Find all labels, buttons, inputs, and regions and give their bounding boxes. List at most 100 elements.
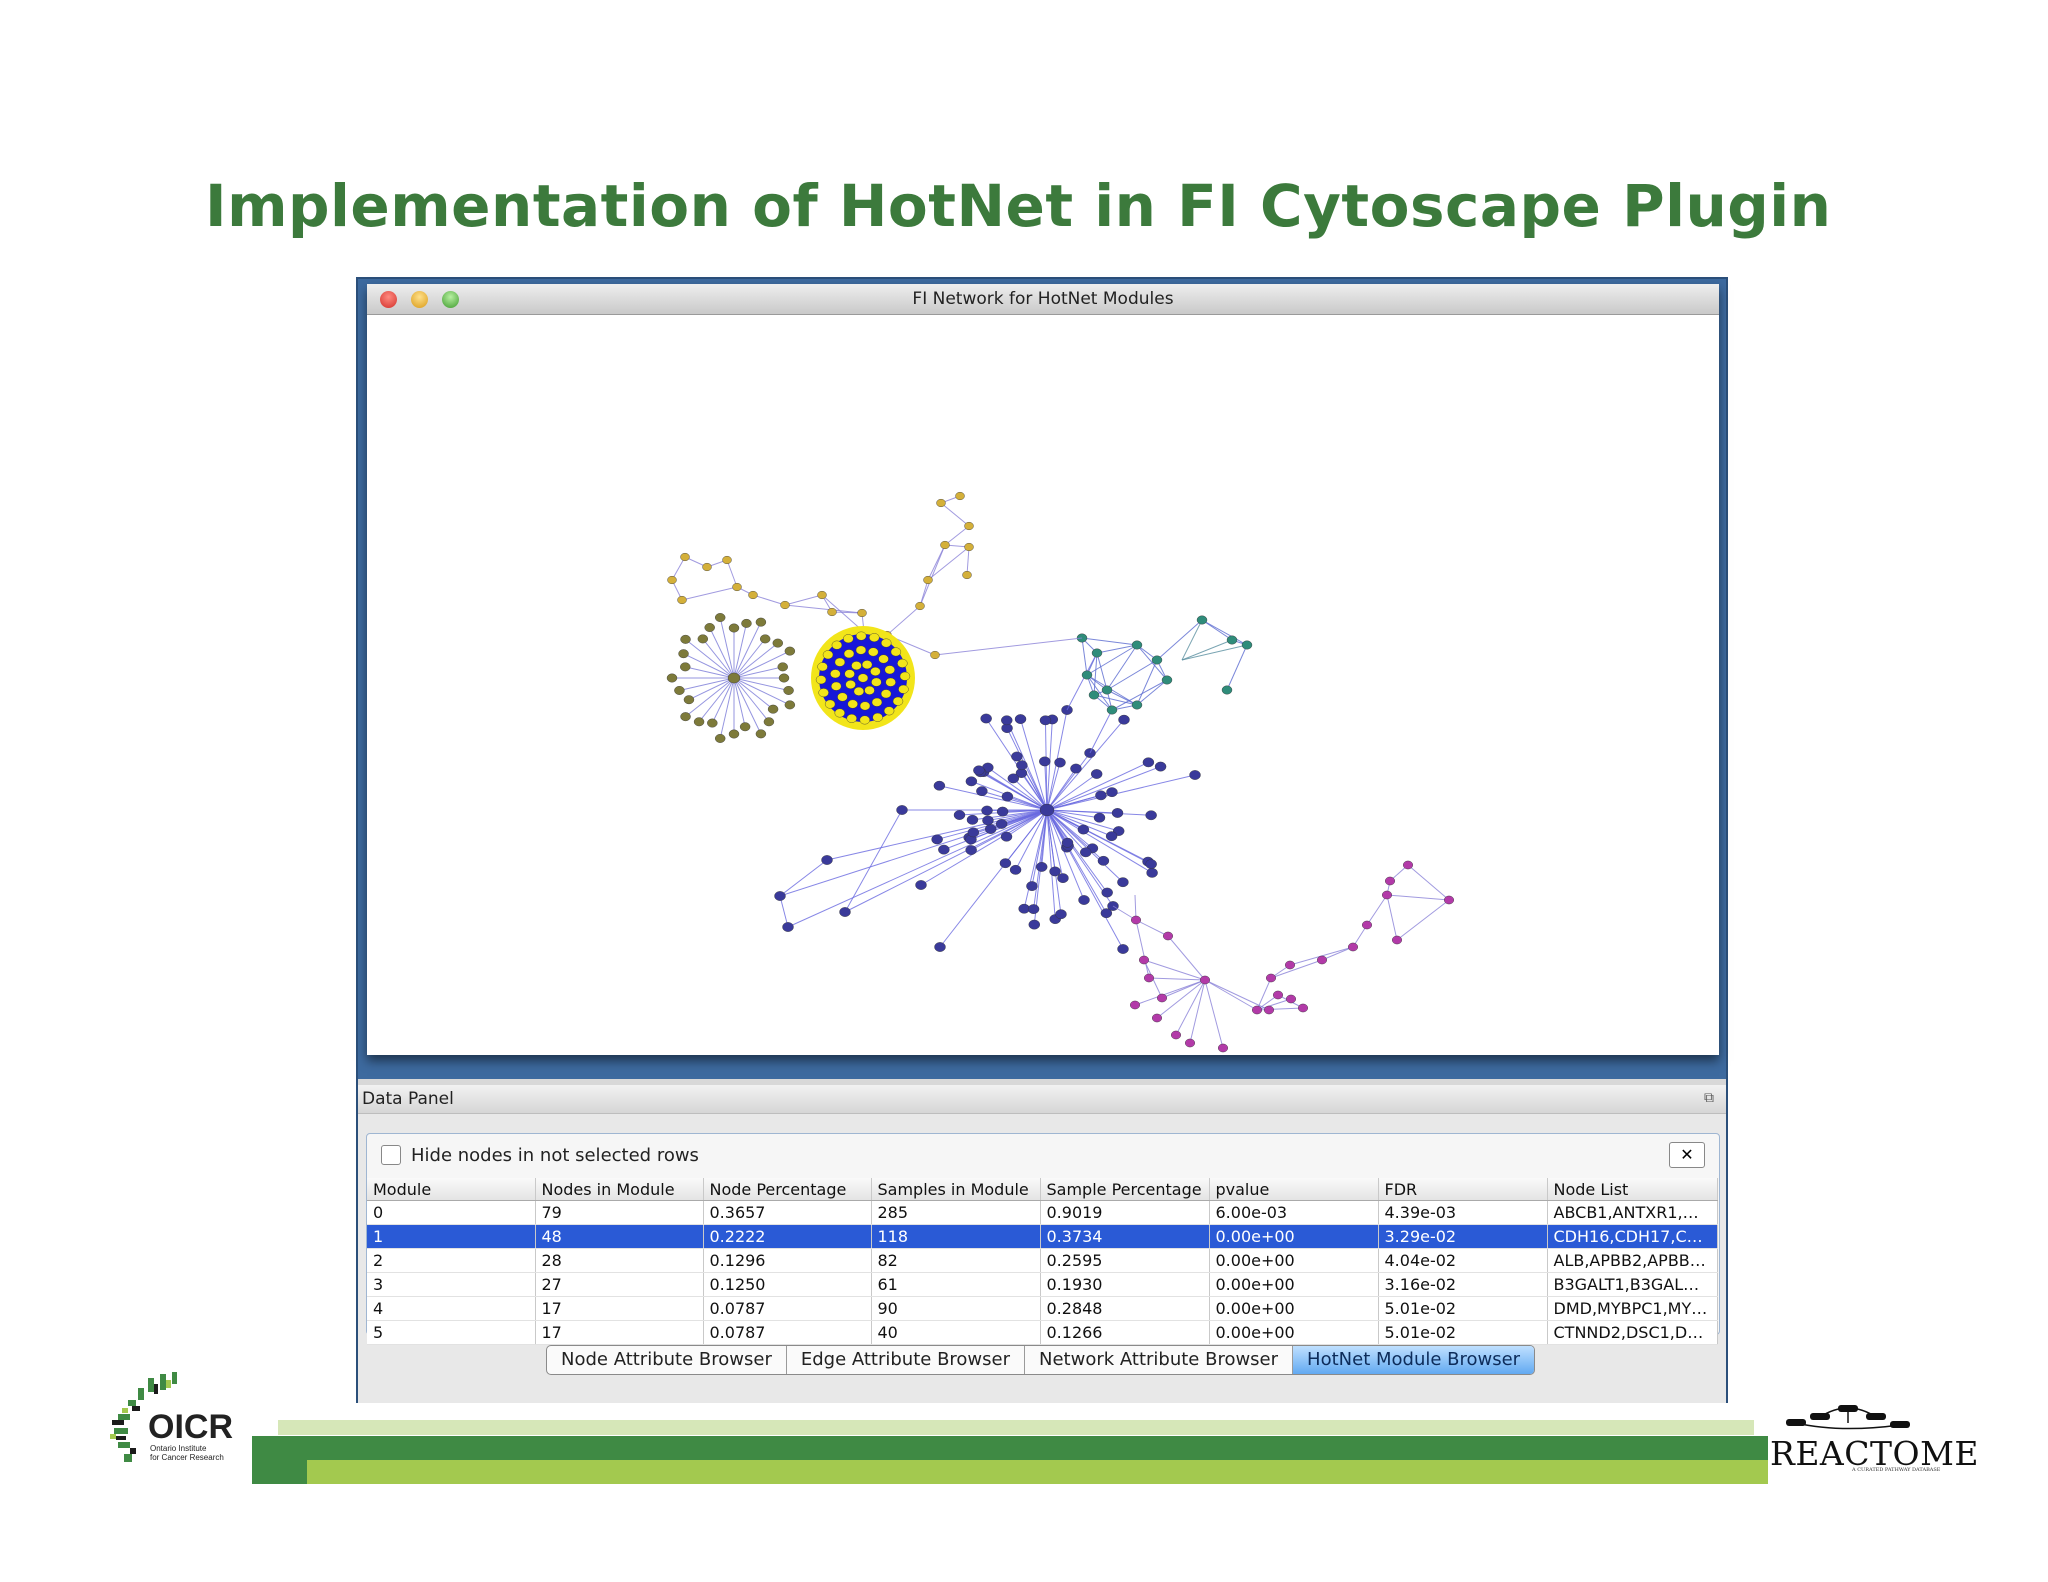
network-node[interactable] <box>846 714 857 723</box>
network-node[interactable] <box>883 706 895 716</box>
network-node[interactable] <box>962 570 972 580</box>
column-header[interactable]: Module <box>367 1178 536 1201</box>
network-node[interactable] <box>1080 847 1092 858</box>
network-node[interactable] <box>780 600 790 610</box>
column-header[interactable]: pvalue <box>1209 1178 1379 1201</box>
network-node[interactable] <box>677 595 687 605</box>
network-node[interactable] <box>680 712 691 722</box>
network-node[interactable] <box>899 671 911 681</box>
network-node[interactable] <box>890 647 902 657</box>
network-node[interactable] <box>915 880 927 890</box>
column-header[interactable]: Node Percentage <box>703 1178 872 1201</box>
table-cell[interactable]: 0.3657 <box>703 1200 872 1225</box>
hide-nodes-checkbox[interactable] <box>381 1145 401 1165</box>
network-node[interactable] <box>872 712 883 722</box>
network-node[interactable] <box>856 631 867 641</box>
network-node[interactable] <box>898 684 909 694</box>
network-node[interactable] <box>777 662 788 672</box>
network-node[interactable] <box>1131 915 1142 925</box>
network-node[interactable] <box>1196 615 1208 625</box>
network-node[interactable] <box>1266 973 1277 983</box>
table-cell[interactable]: 0.00e+00 <box>1209 1272 1379 1297</box>
table-row[interactable]: 1 48 0.2222 118 0.3734 0.00e+00 3.29e-02 CDH16,… <box>367 1224 1718 1249</box>
network-node[interactable] <box>1090 769 1103 779</box>
network-node[interactable] <box>847 699 858 709</box>
column-header[interactable]: Nodes in Module <box>535 1178 704 1201</box>
network-node[interactable] <box>859 701 871 711</box>
network-node[interactable] <box>844 669 855 679</box>
network-node[interactable] <box>722 555 732 565</box>
network-node[interactable] <box>1157 993 1168 1003</box>
network-node[interactable] <box>1007 773 1020 784</box>
column-header[interactable]: Samples in Module <box>871 1178 1041 1201</box>
network-node[interactable] <box>674 686 685 695</box>
network-node[interactable] <box>1105 831 1118 842</box>
network-node[interactable] <box>857 673 869 683</box>
network-node[interactable] <box>1026 881 1038 891</box>
network-node[interactable] <box>772 638 783 648</box>
table-cell[interactable]: 0.00e+00 <box>1209 1296 1379 1321</box>
network-node[interactable] <box>1221 685 1233 695</box>
network-node[interactable] <box>999 858 1012 869</box>
network-node[interactable] <box>861 660 873 670</box>
network-node[interactable] <box>980 713 992 724</box>
table-cell[interactable]: 48 <box>535 1224 704 1249</box>
network-node[interactable] <box>1145 859 1157 869</box>
network-node[interactable] <box>870 667 881 676</box>
network-node[interactable] <box>892 696 904 706</box>
table-cell[interactable]: 0.1250 <box>703 1272 872 1297</box>
table-cell[interactable]: 0.00e+00 <box>1209 1320 1379 1345</box>
network-node[interactable] <box>1028 919 1040 930</box>
network-node[interactable] <box>697 634 709 644</box>
table-cell[interactable]: 0.2595 <box>1040 1248 1210 1273</box>
network-node[interactable] <box>704 623 715 632</box>
table-cell[interactable]: 0.0787 <box>703 1296 872 1321</box>
network-node[interactable] <box>966 814 979 825</box>
network-node[interactable] <box>1273 990 1284 1000</box>
network-node[interactable] <box>1095 790 1107 801</box>
close-button[interactable]: ✕ <box>1669 1142 1705 1168</box>
table-row[interactable]: 4 17 0.0787 90 0.2848 0.00e+00 5.01e-02 DMD,MYB… <box>367 1296 1718 1321</box>
network-node[interactable] <box>755 729 767 739</box>
network-node[interactable] <box>667 575 677 585</box>
network-node[interactable] <box>1189 770 1201 780</box>
table-cell[interactable]: 285 <box>871 1200 1041 1225</box>
network-node[interactable] <box>1443 895 1454 905</box>
tab-node-attribute-browser[interactable]: Node Attribute Browser <box>547 1346 787 1374</box>
table-row[interactable]: 5 17 0.0787 40 0.1266 0.00e+00 5.01e-02 CTNND2,… <box>367 1320 1718 1345</box>
network-node[interactable] <box>1348 942 1359 952</box>
table-cell[interactable]: DMD,MYBPC1,MY… <box>1547 1296 1718 1321</box>
network-node[interactable] <box>871 677 882 687</box>
network-node[interactable] <box>1171 1030 1182 1040</box>
table-cell[interactable]: CTNND2,DSC1,D… <box>1547 1320 1718 1345</box>
network-node[interactable] <box>1226 635 1238 645</box>
network-node[interactable] <box>815 675 827 685</box>
network-node[interactable] <box>837 692 848 702</box>
network-node[interactable] <box>936 498 946 508</box>
network-node[interactable] <box>967 827 980 838</box>
network-node[interactable] <box>868 647 879 657</box>
network-node[interactable] <box>1081 670 1093 680</box>
network-node[interactable] <box>897 658 908 668</box>
network-node[interactable] <box>1391 935 1402 945</box>
network-node[interactable] <box>1016 760 1028 771</box>
network-node[interactable] <box>857 608 867 618</box>
network-node[interactable] <box>830 669 841 679</box>
network-node[interactable] <box>1131 640 1143 650</box>
network-node[interactable] <box>981 805 993 816</box>
table-cell[interactable]: 0.00e+00 <box>1209 1248 1379 1273</box>
table-cell[interactable]: 90 <box>871 1296 1041 1321</box>
network-node[interactable] <box>851 661 862 671</box>
table-cell[interactable]: 40 <box>871 1320 1041 1345</box>
network-node[interactable] <box>1298 1003 1309 1013</box>
network-node[interactable] <box>923 575 933 585</box>
network-node[interactable] <box>1117 877 1129 888</box>
table-cell[interactable]: 118 <box>871 1224 1041 1249</box>
network-node[interactable] <box>732 582 742 592</box>
network-node[interactable] <box>884 665 895 675</box>
table-cell[interactable]: B3GALT1,B3GAL… <box>1547 1272 1718 1297</box>
network-node[interactable] <box>1039 756 1051 767</box>
table-row[interactable]: 2 28 0.1296 82 0.2595 0.00e+00 4.04e-02 ALB,APB… <box>367 1248 1718 1273</box>
network-node[interactable] <box>1111 808 1124 818</box>
network-node[interactable] <box>1317 955 1328 965</box>
